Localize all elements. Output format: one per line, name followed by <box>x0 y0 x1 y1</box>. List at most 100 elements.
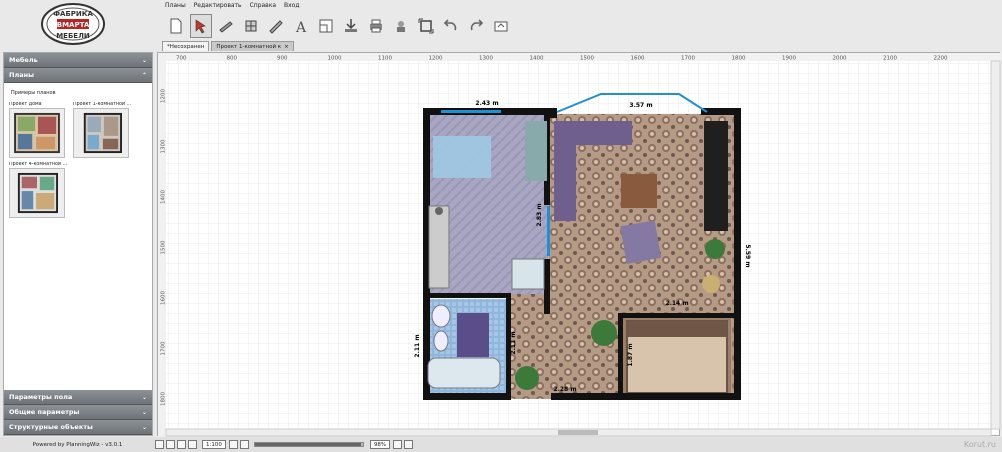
export-icon <box>494 21 508 32</box>
ruler-x-label: 2100 <box>883 56 897 62</box>
tab-label: Проект 1-комнатной к <box>216 43 282 50</box>
text-toggle-button[interactable] <box>188 440 197 449</box>
accordion-floor-params[interactable]: Параметры пола ⌄ <box>4 390 152 405</box>
fit-button[interactable] <box>393 440 403 449</box>
plant[interactable] <box>515 366 539 390</box>
ruler-x-label: 1500 <box>580 56 594 62</box>
svg-text:A: A <box>295 20 307 34</box>
plan-button[interactable] <box>315 14 337 38</box>
wall-icon <box>219 21 233 33</box>
dimension-label: 2.11 m <box>510 331 517 354</box>
coffee-table[interactable] <box>621 174 657 208</box>
tab-unsaved[interactable]: *Несохранен <box>162 41 210 51</box>
text-icon: A <box>295 20 307 34</box>
zoom-in-button[interactable] <box>239 440 249 449</box>
plan-icon <box>319 19 333 33</box>
print-button[interactable] <box>365 14 387 38</box>
tab-label: *Несохранен <box>167 43 205 50</box>
wall-tool-button[interactable] <box>215 14 237 38</box>
sofa-side[interactable] <box>554 121 576 221</box>
plan-thumbnail[interactable]: Проект 1-комнатной ... <box>73 102 133 158</box>
sink[interactable] <box>431 304 451 328</box>
chevron-down-icon: ⌄ <box>141 56 147 64</box>
accordion-label: Параметры пола <box>9 393 73 401</box>
zoom-field[interactable]: 98% <box>369 440 391 449</box>
tv-cabinet[interactable] <box>704 121 728 231</box>
zoom-slider[interactable] <box>253 442 364 447</box>
ruler-y-label: 1700 <box>161 341 167 355</box>
fit-button[interactable] <box>415 14 437 38</box>
tab-project[interactable]: Проект 1-комнатной к × <box>211 41 294 51</box>
menu-edit[interactable]: Редактировать <box>194 2 242 12</box>
plant[interactable] <box>705 239 725 259</box>
plant[interactable] <box>591 320 617 346</box>
watermark: Korut.ru <box>963 440 996 449</box>
dimension-label: 2.11 m <box>414 334 421 357</box>
chevron-down-icon: ⌄ <box>141 423 147 431</box>
ruler-x-label: 1800 <box>732 56 746 62</box>
accordion-plans[interactable]: Планы ⌃ <box>4 68 152 83</box>
view-2d-button[interactable] <box>155 440 164 449</box>
view-3d-button[interactable] <box>166 440 175 449</box>
floor-plan[interactable]: 2.43 m 3.57 m 5.59 m 2.83 m 2.14 m 2.11 … <box>414 93 751 400</box>
select-tool-button[interactable] <box>190 14 212 38</box>
dimension-label: 2.28 m <box>553 386 576 393</box>
redo-button[interactable] <box>465 14 487 38</box>
new-document-button[interactable] <box>165 14 187 38</box>
new-document-icon <box>170 18 182 34</box>
plan-thumbnail[interactable]: Проект 4-комнатной ... <box>9 162 69 218</box>
dimension-label: 5.59 m <box>744 244 751 267</box>
scroll-thumb[interactable] <box>558 430 598 435</box>
chevron-up-icon: ⌃ <box>141 71 147 79</box>
vertical-scrollbar[interactable] <box>990 60 1001 430</box>
import-button[interactable] <box>340 14 362 38</box>
undo-icon <box>443 19 457 31</box>
plan-preview-image <box>9 108 65 158</box>
ruler-y-label: 1400 <box>161 190 167 204</box>
menu-login[interactable]: Вход <box>284 2 300 12</box>
plan-thumbnail[interactable]: Проект дома <box>9 102 69 158</box>
kitchen-counter[interactable] <box>428 205 450 289</box>
accordion-label: Общие параметры <box>9 408 80 416</box>
add-furniture-button[interactable] <box>390 14 412 38</box>
menu-plans[interactable]: Планы <box>165 2 186 12</box>
armchair[interactable] <box>620 220 662 264</box>
undo-button[interactable] <box>440 14 462 38</box>
text-tool-button[interactable]: A <box>290 14 312 38</box>
room-icon <box>245 20 257 32</box>
dimension-label: 2.83 m <box>536 203 543 226</box>
kitchen-cabinet[interactable] <box>511 258 545 290</box>
accordion-general-params[interactable]: Общие параметры ⌄ <box>4 405 152 420</box>
ruler-y-label: 1500 <box>161 240 167 254</box>
dimension-tool-button[interactable] <box>265 14 287 38</box>
bathtub[interactable] <box>427 357 501 389</box>
snap-button[interactable] <box>177 440 186 449</box>
toilet[interactable] <box>433 330 449 352</box>
close-icon[interactable]: × <box>284 44 289 50</box>
fullscreen-button[interactable] <box>404 440 414 449</box>
zoom-slider-fill <box>254 443 361 446</box>
ruler-x-label: 1300 <box>479 56 493 62</box>
chevron-down-icon: ⌄ <box>141 393 147 401</box>
accordion-structural[interactable]: Структурные объекты ⌄ <box>4 420 152 435</box>
zoom-out-button[interactable] <box>228 440 238 449</box>
logo-text-top: ФАБРИКА <box>53 10 93 18</box>
plan-preview-image <box>73 108 129 158</box>
plan-canvas[interactable]: 700 800 900 1000 1100 1200 1300 1400 1500 1600 170… <box>157 52 1001 437</box>
plans-heading: Примеры планов <box>11 90 56 96</box>
dining-table[interactable] <box>433 136 491 178</box>
ruler-x-label: 2000 <box>833 56 847 62</box>
sidebar: Мебель ⌄ Планы ⌃ Примеры планов Проект дом… <box>3 52 153 436</box>
lamp[interactable] <box>702 275 720 293</box>
print-icon <box>370 19 382 33</box>
accordion-furniture[interactable]: Мебель ⌄ <box>4 53 152 68</box>
add-furniture-icon <box>397 21 405 32</box>
powered-by: Powered by PlanningWiz - v3.0.1 <box>32 441 123 448</box>
room-tool-button[interactable] <box>240 14 262 38</box>
ruler-x-label: 900 <box>277 56 288 62</box>
plan-thumbnail-caption: Проект 1-комнатной ... <box>73 102 132 107</box>
scale-field[interactable]: 1:100 <box>202 440 226 449</box>
menu-help[interactable]: Справка <box>250 2 276 12</box>
accordion-label: Структурные объекты <box>9 423 93 431</box>
export-button[interactable] <box>490 14 512 38</box>
